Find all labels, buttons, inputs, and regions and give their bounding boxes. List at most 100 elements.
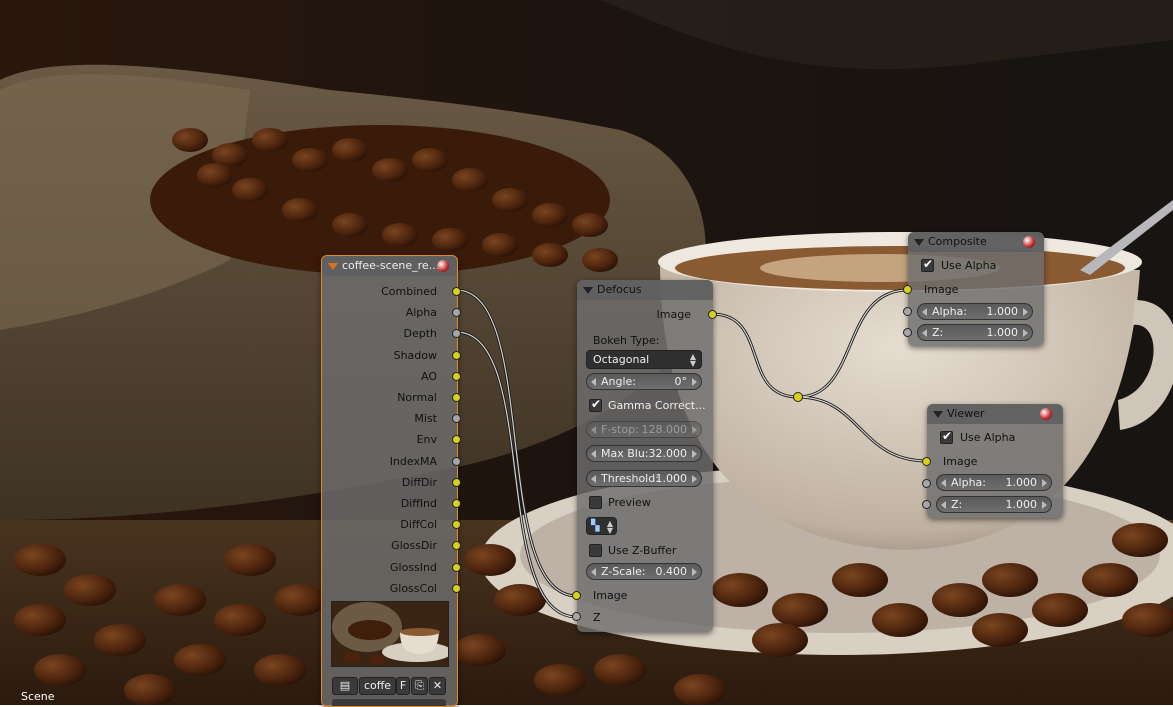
- use-alpha-checkbox[interactable]: ✔: [940, 429, 953, 444]
- z-field[interactable]: Z: 1.000: [917, 324, 1033, 341]
- use-alpha-checkbox[interactable]: ✔: [921, 257, 934, 272]
- fstop-value: 128.000: [641, 423, 688, 436]
- composite-header[interactable]: Composite: [908, 232, 1044, 252]
- max-blur-field[interactable]: Max Blu: 32.000: [586, 445, 702, 462]
- node-preview-sphere-icon[interactable]: [437, 260, 449, 272]
- preview-label: Preview: [608, 496, 651, 509]
- bokeh-type-dropdown[interactable]: Octagonal ▲ ▼: [586, 350, 702, 369]
- render-layer-icon-button[interactable]: ⎘: [411, 677, 428, 695]
- input-alpha-socket[interactable]: [903, 307, 912, 316]
- viewer-node[interactable]: Viewer ✔ Use Alpha Image Alpha: 1.000 Z:…: [922, 404, 1063, 518]
- composite-node[interactable]: Composite ✔ Use Alpha Image Alpha: 1.000…: [903, 232, 1044, 346]
- increment-arrow-icon[interactable]: [1023, 308, 1028, 316]
- output-combined-socket[interactable]: [452, 287, 461, 296]
- threshold-value: 1.000: [655, 472, 688, 485]
- fake-user-button[interactable]: F: [396, 677, 410, 695]
- render-layers-header[interactable]: coffee-scene_re...: [322, 256, 457, 276]
- alpha-field[interactable]: Alpha: 1.000: [936, 474, 1052, 491]
- collapse-triangle-icon[interactable]: [328, 263, 338, 270]
- decrement-arrow-icon[interactable]: [591, 475, 596, 483]
- increment-arrow-icon[interactable]: [1023, 329, 1028, 337]
- collapse-triangle-icon[interactable]: [583, 287, 593, 294]
- node-preview-sphere-icon[interactable]: [1023, 236, 1035, 248]
- output-glossind-socket[interactable]: [452, 562, 461, 572]
- output-indexma-socket[interactable]: [452, 456, 461, 466]
- input-z-label: Z: [593, 611, 601, 624]
- output-ao-socket[interactable]: [452, 371, 461, 381]
- alpha-value: 1.000: [986, 305, 1019, 318]
- output-glosscol-socket[interactable]: [452, 583, 461, 593]
- increment-arrow-icon[interactable]: [692, 568, 697, 576]
- input-z-socket[interactable]: [572, 612, 581, 621]
- input-image-socket[interactable]: [903, 285, 912, 294]
- alpha-field[interactable]: Alpha: 1.000: [917, 303, 1033, 320]
- decrement-arrow-icon[interactable]: [591, 450, 596, 458]
- input-z-socket[interactable]: [903, 328, 912, 337]
- use-zbuffer-label: Use Z-Buffer: [608, 544, 677, 557]
- dropdown-arrows-icon: ▲ ▼: [689, 352, 696, 368]
- bokeh-type-value: Octagonal: [593, 353, 650, 366]
- angle-field[interactable]: Angle: 0°: [586, 373, 702, 390]
- viewer-header[interactable]: Viewer: [927, 404, 1063, 424]
- alpha-label: Alpha:: [932, 305, 967, 318]
- input-image-label: Image: [943, 455, 978, 468]
- use-alpha-label: Use Alpha: [960, 431, 1016, 444]
- node-title: coffee-scene_re...: [342, 259, 440, 272]
- decrement-arrow-icon[interactable]: [591, 426, 596, 434]
- render-layers-node[interactable]: coffee-scene_re... Combined Alpha Depth Sha…: [321, 255, 461, 707]
- output-image-label: Image: [656, 308, 691, 321]
- decrement-arrow-icon[interactable]: [922, 329, 927, 337]
- decrement-arrow-icon[interactable]: [941, 479, 946, 487]
- increment-arrow-icon[interactable]: [692, 475, 697, 483]
- threshold-field[interactable]: Threshold: 1.000: [586, 470, 702, 487]
- scene-type-icon-button[interactable]: ▤: [332, 677, 358, 695]
- output-diffind-label: DiffInd: [400, 497, 437, 510]
- input-alpha-socket[interactable]: [922, 479, 931, 488]
- close-x-icon[interactable]: ✕: [429, 677, 446, 695]
- input-image-socket[interactable]: [572, 591, 581, 600]
- increment-arrow-icon[interactable]: [1042, 501, 1047, 509]
- output-combined-label: Combined: [381, 285, 437, 298]
- scene-selector-button[interactable]: ▚ ▲ ▼: [586, 517, 617, 535]
- node-preview-sphere-icon[interactable]: [1040, 408, 1052, 420]
- output-diffdir-socket[interactable]: [452, 477, 461, 487]
- increment-arrow-icon[interactable]: [692, 426, 697, 434]
- preview-checkbox[interactable]: [589, 496, 602, 509]
- render-preview-thumbnail: [331, 601, 449, 667]
- increment-arrow-icon[interactable]: [1042, 479, 1047, 487]
- output-diffind-socket[interactable]: [452, 499, 461, 508]
- collapse-triangle-icon[interactable]: [914, 239, 924, 246]
- input-z-socket[interactable]: [922, 500, 931, 509]
- checkmark-icon: ✔: [591, 397, 602, 411]
- zscale-label: Z-Scale:: [601, 565, 646, 578]
- defocus-header[interactable]: Defocus: [577, 280, 713, 300]
- output-env-label: Env: [416, 433, 437, 447]
- decrement-arrow-icon[interactable]: [591, 568, 596, 576]
- decrement-arrow-icon[interactable]: [591, 378, 596, 386]
- input-image-socket[interactable]: [922, 457, 931, 466]
- increment-arrow-icon[interactable]: [692, 450, 697, 458]
- output-normal-label: Normal: [397, 391, 437, 404]
- output-glossdir-label: GlossDir: [391, 539, 437, 553]
- output-image-socket[interactable]: [708, 310, 717, 319]
- output-shadow-label: Shadow: [393, 348, 437, 362]
- decrement-arrow-icon[interactable]: [941, 501, 946, 509]
- scene-name-field[interactable]: coffe: [359, 677, 396, 695]
- z-field[interactable]: Z: 1.000: [936, 496, 1052, 513]
- output-shadow-socket[interactable]: [452, 350, 461, 360]
- increment-arrow-icon[interactable]: [692, 378, 697, 386]
- output-depth-label: Depth: [403, 327, 437, 341]
- gamma-correct-label: Gamma Correct...: [608, 399, 706, 412]
- use-zbuffer-checkbox[interactable]: [589, 544, 602, 557]
- scene-label: Scene: [21, 690, 55, 703]
- decrement-arrow-icon[interactable]: [922, 308, 927, 316]
- gamma-correct-checkbox[interactable]: ✔: [589, 397, 602, 412]
- output-normal-socket[interactable]: [452, 393, 461, 402]
- output-mist-label: Mist: [414, 412, 437, 426]
- angle-label: Angle:: [601, 375, 637, 388]
- collapse-triangle-icon[interactable]: [933, 411, 943, 418]
- defocus-node[interactable]: Defocus Image Bokeh Type: Octagonal ▲ ▼ A…: [572, 280, 717, 632]
- fstop-field[interactable]: F-stop: 128.000: [586, 421, 702, 438]
- zscale-field[interactable]: Z-Scale: 0.400: [586, 563, 702, 580]
- input-image-label: Image: [593, 589, 628, 602]
